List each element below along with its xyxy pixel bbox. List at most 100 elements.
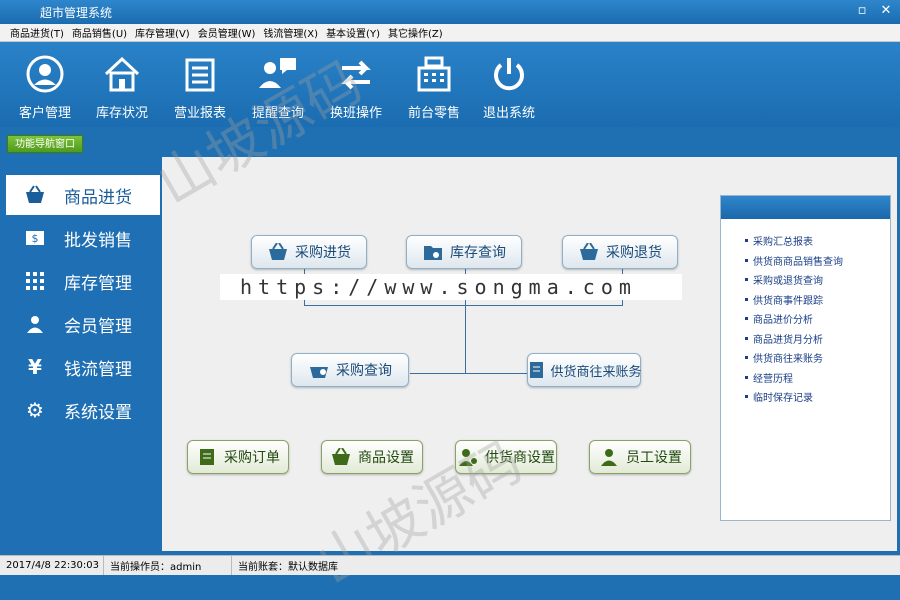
basket-return-icon <box>578 241 600 263</box>
toolbar-label: 前台零售 <box>407 106 460 121</box>
link-label: 临时保存记录 <box>753 393 813 405</box>
toolbar-label: 提醒查询 <box>251 106 304 121</box>
flow-connector <box>304 305 622 306</box>
toolbar-label: 库存状况 <box>95 106 148 121</box>
menu-goods-sales[interactable]: 商品销售(U) <box>72 25 127 40</box>
stock-query-button[interactable]: 库存查询 <box>406 235 522 269</box>
toolbar-front-retail[interactable]: 前台零售 <box>394 48 474 124</box>
goods-settings-button-label: 商品设置 <box>358 450 414 466</box>
purchase-button[interactable]: 采购进货 <box>251 235 367 269</box>
supplier-settings-button[interactable]: 供货商设置 <box>455 440 557 474</box>
grid-icon <box>24 270 46 292</box>
status-bar: 2017/4/8 22:30:03 当前操作员：admin 当前账套：默认数据库 <box>0 555 900 575</box>
supplier-icon <box>457 446 479 468</box>
report-icon <box>178 54 222 94</box>
basket-search-icon <box>308 359 330 381</box>
toolbar-label: 营业报表 <box>173 106 226 121</box>
swap-icon <box>334 54 378 94</box>
basket-icon <box>267 241 289 263</box>
link-label: 供货商商品销售查询 <box>753 256 843 268</box>
document-icon <box>196 446 218 468</box>
purchase-order-button[interactable]: 采购订单 <box>187 440 289 474</box>
status-datetime: 2017/4/8 22:30:03 <box>0 556 104 575</box>
sidebar-item-label: 批发销售 <box>64 230 132 251</box>
link-label: 商品进价分析 <box>753 315 813 327</box>
link-monthly-analysis[interactable]: 商品进货月分析 <box>721 329 890 349</box>
menu-stock-management[interactable]: 库存管理(V) <box>135 25 190 40</box>
person-icon <box>24 313 46 335</box>
toolbar-business-report[interactable]: 营业报表 <box>160 48 240 124</box>
toolbar: 客户管理 库存状况 营业报表 提醒查询 换班操作 前台零售 退出系统 <box>0 42 900 127</box>
goods-settings-button[interactable]: 商品设置 <box>321 440 423 474</box>
users-chat-icon <box>256 54 300 94</box>
toolbar-shift-change[interactable]: 换班操作 <box>316 48 396 124</box>
sidebar-item-system-settings[interactable]: ⚙ 系统设置 <box>6 390 160 430</box>
toolbar-exit-system[interactable]: 退出系统 <box>469 48 549 124</box>
employee-settings-button-label: 员工设置 <box>626 450 682 466</box>
user-circle-icon <box>23 54 67 94</box>
link-supplier-accounts[interactable]: 供货商往来账务 <box>721 348 890 368</box>
menu-goods-purchase[interactable]: 商品进货(T) <box>10 25 64 40</box>
gear-icon: ⚙ <box>26 398 44 422</box>
purchase-query-button-label: 采购查询 <box>336 363 392 379</box>
link-label: 商品进货月分析 <box>753 334 823 346</box>
sidebar-item-label: 系统设置 <box>64 402 132 423</box>
link-temp-records[interactable]: 临时保存记录 <box>721 387 890 407</box>
flow-connector <box>410 373 528 374</box>
menu-cashflow-management[interactable]: 钱流管理(X) <box>263 25 318 40</box>
title-bar: 超市管理系统 ▫ ✕ <box>0 0 900 24</box>
supplier-settings-button-label: 供货商设置 <box>485 450 555 466</box>
purchase-button-label: 采购进货 <box>295 245 351 261</box>
menu-basic-settings[interactable]: 基本设置(Y) <box>326 25 380 40</box>
watermark-url: https://www.songma.com <box>220 274 682 300</box>
menu-bar: 商品进货(T) 商品销售(U) 库存管理(V) 会员管理(W) 钱流管理(X) … <box>0 24 900 42</box>
quick-links-panel: 采购汇总报表 供货商商品销售查询 采购或退货查询 供货商事件跟踪 商品进价分析 … <box>720 195 891 521</box>
minimize-button[interactable]: ▫ <box>854 2 870 20</box>
sidebar-item-goods-purchase[interactable]: 商品进货 <box>6 175 160 215</box>
sidebar-item-wholesale[interactable]: $ 批发销售 <box>6 218 160 258</box>
folder-search-icon <box>422 241 444 263</box>
link-label: 供货商事件跟踪 <box>753 295 823 307</box>
link-supplier-goods-sales[interactable]: 供货商商品销售查询 <box>721 251 890 271</box>
purchase-return-button[interactable]: 采购退货 <box>562 235 678 269</box>
link-business-history[interactable]: 经营历程 <box>721 368 890 388</box>
close-button[interactable]: ✕ <box>878 2 894 20</box>
yen-icon: ¥ <box>28 355 42 379</box>
toolbar-label: 客户管理 <box>18 106 71 121</box>
person-icon <box>598 446 620 468</box>
toolbar-label: 换班操作 <box>329 106 382 121</box>
ledger-icon <box>527 359 545 381</box>
toolbar-customer-management[interactable]: 客户管理 <box>5 48 85 124</box>
purchase-query-button[interactable]: 采购查询 <box>291 353 409 387</box>
window-title: 超市管理系统 <box>40 6 113 20</box>
link-label: 供货商往来账务 <box>753 354 823 366</box>
supplier-account-button[interactable]: 供货商往来账务 <box>527 353 642 387</box>
toolbar-stock-status[interactable]: 库存状况 <box>82 48 162 124</box>
purchase-order-button-label: 采购订单 <box>224 450 280 466</box>
link-supplier-events[interactable]: 供货商事件跟踪 <box>721 290 890 310</box>
menu-other-operations[interactable]: 其它操作(Z) <box>388 25 443 40</box>
link-purchase-return-query[interactable]: 采购或退货查询 <box>721 270 890 290</box>
menu-member-management[interactable]: 会员管理(W) <box>198 25 256 40</box>
link-purchase-summary[interactable]: 采购汇总报表 <box>721 231 890 251</box>
sidebar-item-members[interactable]: 会员管理 <box>6 304 160 344</box>
sidebar-item-stock[interactable]: 库存管理 <box>6 261 160 301</box>
home-icon <box>100 54 144 94</box>
sidebar: 商品进货 $ 批发销售 库存管理 会员管理 ¥ 钱流管理 ⚙ 系统设置 <box>0 155 160 553</box>
sidebar-item-cashflow[interactable]: ¥ 钱流管理 <box>6 347 160 387</box>
sidebar-item-label: 库存管理 <box>64 273 132 294</box>
toolbar-reminder-query[interactable]: 提醒查询 <box>238 48 318 124</box>
quick-links-header <box>721 196 890 219</box>
stock-query-button-label: 库存查询 <box>450 245 506 261</box>
employee-settings-button[interactable]: 员工设置 <box>589 440 691 474</box>
basket-icon <box>330 446 352 468</box>
svg-text:$: $ <box>32 232 39 245</box>
cash-icon: $ <box>24 227 46 249</box>
link-price-analysis[interactable]: 商品进价分析 <box>721 309 890 329</box>
sidebar-item-label: 会员管理 <box>64 316 132 337</box>
basket-icon <box>24 184 46 206</box>
toolbar-label: 退出系统 <box>482 106 535 121</box>
nav-window-tab[interactable]: 功能导航窗口 <box>7 135 83 153</box>
link-label: 采购或退货查询 <box>753 276 823 288</box>
sidebar-item-label: 钱流管理 <box>64 359 132 380</box>
